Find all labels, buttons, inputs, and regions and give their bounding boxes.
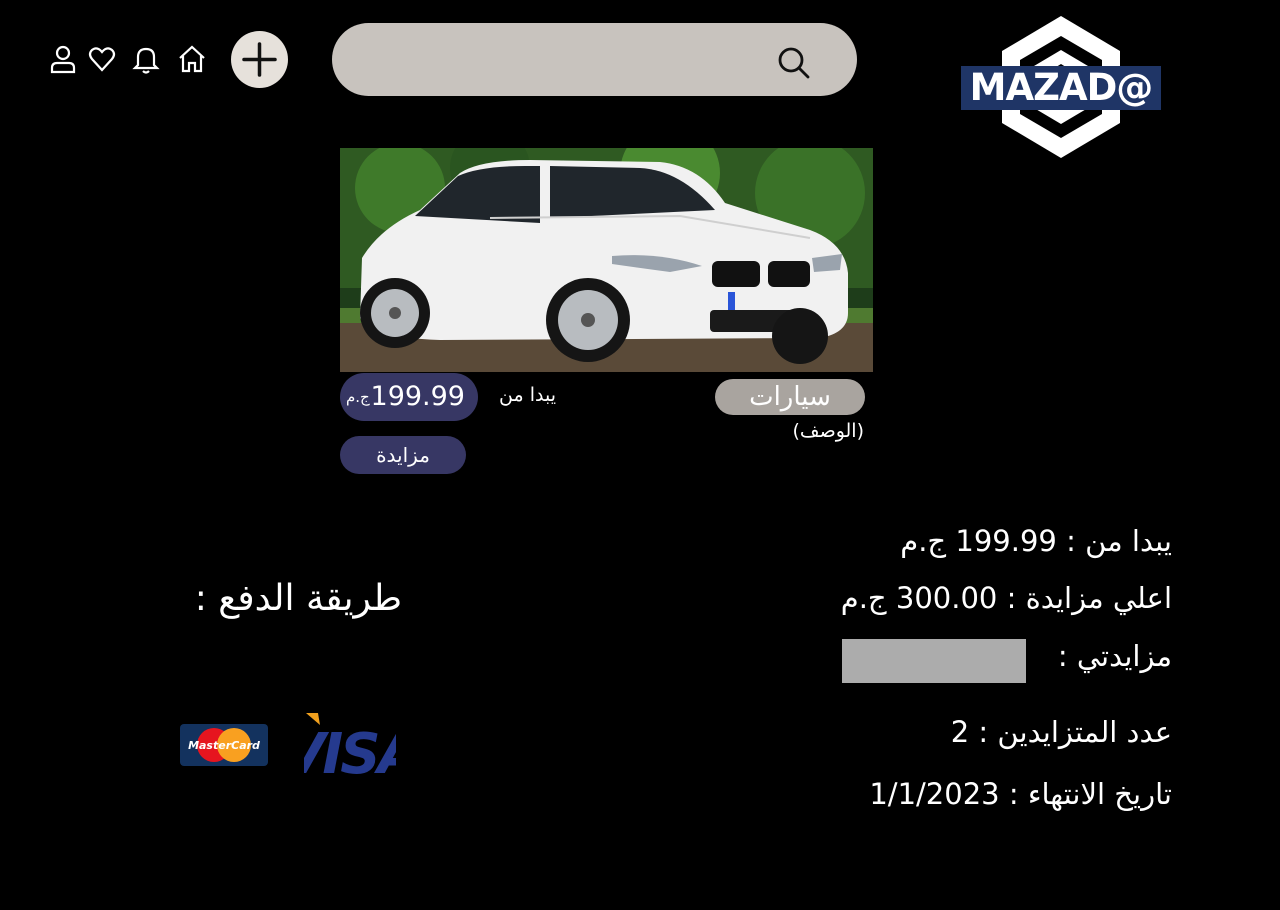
price-value: 199.99	[370, 381, 465, 412]
search-icon[interactable]	[776, 45, 812, 81]
description-label[interactable]: (الوصف)	[740, 420, 864, 442]
visa-option[interactable]: VISA	[282, 711, 421, 787]
price-badge[interactable]: 199.99 ج.م	[340, 373, 478, 421]
bid-button[interactable]: مزايدة	[340, 436, 466, 474]
mastercard-text-primary: Master	[188, 739, 232, 752]
payment-method-title: طريقة الدفع :	[194, 578, 402, 619]
car-image[interactable]	[340, 148, 873, 372]
add-listing-button[interactable]	[231, 31, 288, 88]
svg-text:MasterCard: MasterCard	[188, 739, 260, 752]
visa-text: VISA	[304, 722, 396, 777]
logo-text: MAZAD@	[961, 66, 1161, 110]
search-input[interactable]	[352, 23, 786, 98]
detail-bidders-count: عدد المتزايدين : 2	[950, 715, 1172, 749]
my-bid-input[interactable]	[842, 639, 1026, 683]
bell-icon[interactable]	[132, 44, 160, 74]
my-bid-label: مزايدتي :	[1057, 639, 1172, 673]
starting-from-label: يبدا من	[499, 384, 556, 406]
user-icon[interactable]	[49, 44, 77, 74]
detail-starting-from: يبدا من : 199.99 ج.م	[900, 524, 1172, 558]
mastercard-option[interactable]: MasterCard	[180, 724, 268, 766]
heart-icon[interactable]	[88, 44, 116, 74]
mastercard-text-secondary: Card	[231, 739, 260, 752]
price-currency: ج.م	[346, 388, 370, 406]
detail-highest-bid: اعلي مزايدة : 300.00 ج.م	[840, 581, 1172, 615]
search-bar[interactable]	[332, 23, 857, 98]
detail-end-date: تاريخ الانتهاء : 1/1/2023	[869, 777, 1172, 811]
site-logo[interactable]: MAZAD@	[958, 14, 1164, 160]
plus-icon	[242, 42, 277, 77]
home-icon[interactable]	[178, 44, 206, 74]
category-tag[interactable]: سيارات	[715, 379, 865, 415]
